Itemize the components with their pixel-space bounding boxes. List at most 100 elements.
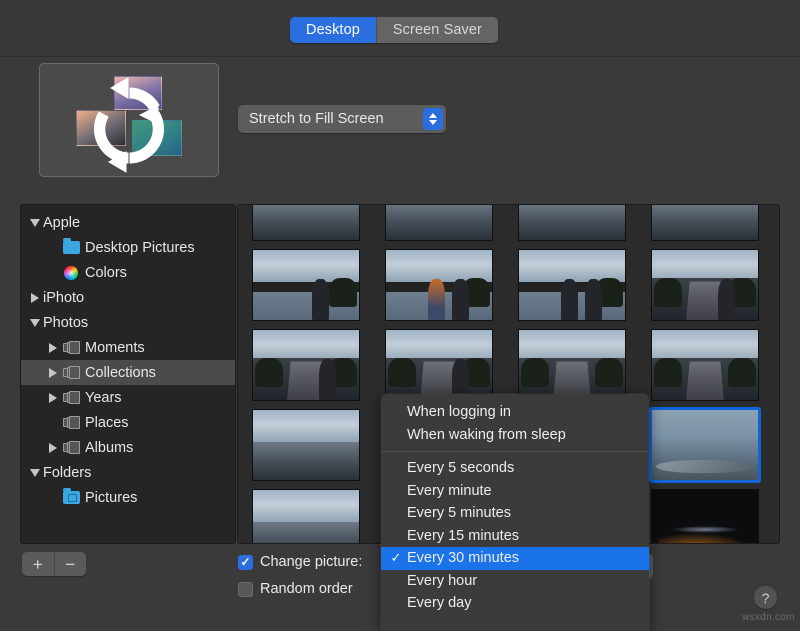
change-picture-row[interactable]: Change picture: <box>238 554 362 570</box>
source-list-add-remove[interactable]: + − <box>22 552 86 576</box>
sidebar-item-apple[interactable]: Apple <box>21 210 235 235</box>
photo-thumbnail[interactable] <box>651 249 759 321</box>
photo-thumbnail[interactable] <box>252 489 360 544</box>
photo-grid-row <box>238 321 780 401</box>
sidebar-item-label: Years <box>85 390 122 406</box>
scaling-popup-value: Stretch to Fill Screen <box>238 111 423 127</box>
change-picture-checkbox[interactable] <box>238 555 253 570</box>
photo-thumbnail[interactable] <box>252 329 360 401</box>
sidebar-item-label: Desktop Pictures <box>85 240 195 256</box>
popup-stepper-icon <box>423 108 443 130</box>
random-order-checkbox[interactable] <box>238 582 253 597</box>
sidebar-item-pictures[interactable]: Pictures <box>21 485 235 510</box>
menu-item-every-5-minutes[interactable]: Every 5 minutes <box>381 502 649 525</box>
sidebar-item-photos[interactable]: Photos <box>21 310 235 335</box>
photo-thumbnail-selected[interactable] <box>651 409 759 481</box>
sidebar-item-label: Apple <box>43 215 80 231</box>
tab-screen-saver[interactable]: Screen Saver <box>376 17 498 43</box>
photo-thumbnail[interactable] <box>651 204 759 241</box>
disclosure-closed-icon[interactable] <box>45 343 61 353</box>
remove-source-button[interactable]: − <box>54 552 87 576</box>
window-header: Desktop Screen Saver <box>0 0 800 57</box>
folder-icon <box>61 241 81 254</box>
photo-thumbnail[interactable] <box>252 249 360 321</box>
sidebar-item-label: Albums <box>85 440 133 456</box>
menu-item-label: Every day <box>407 595 471 611</box>
menu-item-label: Every 5 minutes <box>407 505 511 521</box>
menu-item-label: Every minute <box>407 483 492 499</box>
change-interval-menu[interactable]: When logging in When waking from sleep Eve… <box>381 394 649 631</box>
photo-thumbnail[interactable] <box>252 204 360 241</box>
sidebar-item-label: Folders <box>43 465 91 481</box>
photo-stack-icon <box>61 416 81 429</box>
sidebar-item-moments[interactable]: Moments <box>21 335 235 360</box>
menu-item-label: Every 5 seconds <box>407 460 514 476</box>
sidebar-item-label: iPhoto <box>43 290 84 306</box>
sidebar-item-albums[interactable]: Albums <box>21 435 235 460</box>
photo-thumbnail[interactable] <box>651 329 759 401</box>
menu-item-label: Every hour <box>407 573 477 589</box>
sidebar-item-iphoto[interactable]: iPhoto <box>21 285 235 310</box>
menu-item-every-minute[interactable]: Every minute <box>381 480 649 503</box>
sidebar-item-places[interactable]: Places <box>21 410 235 435</box>
disclosure-closed-icon[interactable] <box>45 393 61 403</box>
menu-item-label: When logging in <box>407 404 511 420</box>
desktop-preview-well[interactable] <box>39 63 219 177</box>
photo-stack-icon <box>61 341 81 354</box>
random-order-row[interactable]: Random order <box>238 581 353 597</box>
menu-item-label: Every 15 minutes <box>407 528 519 544</box>
random-order-label: Random order <box>260 581 353 597</box>
disclosure-open-icon[interactable] <box>27 319 43 327</box>
photo-thumbnail[interactable] <box>518 329 626 401</box>
menu-item-when-waking-from-sleep[interactable]: When waking from sleep <box>381 424 649 447</box>
photo-stack-icon <box>61 441 81 454</box>
sidebar-item-desktop-pictures[interactable]: Desktop Pictures <box>21 235 235 260</box>
sidebar-item-label: Pictures <box>85 490 137 506</box>
source-list[interactable]: Apple Desktop Pictures ColorsiPhoto Photos M… <box>20 204 236 544</box>
sidebar-item-collections[interactable]: Collections <box>21 360 235 385</box>
menu-item-every-15-minutes[interactable]: Every 15 minutes <box>381 525 649 548</box>
checkmark-icon: ✓ <box>385 550 407 566</box>
photo-thumbnail[interactable] <box>651 489 759 544</box>
sidebar-item-label: Colors <box>85 265 127 281</box>
disclosure-open-icon[interactable] <box>27 469 43 477</box>
menu-item-label: When waking from sleep <box>407 427 566 443</box>
sidebar-item-years[interactable]: Years <box>21 385 235 410</box>
photo-thumbnail[interactable] <box>385 329 493 401</box>
menu-item-every-5-seconds[interactable]: Every 5 seconds <box>381 457 649 480</box>
disclosure-closed-icon[interactable] <box>45 368 61 378</box>
help-button[interactable]: ? <box>754 586 777 609</box>
photo-thumbnail[interactable] <box>385 204 493 241</box>
sidebar-item-folders[interactable]: Folders <box>21 460 235 485</box>
tab-bar: Desktop Screen Saver <box>290 17 498 43</box>
disclosure-closed-icon[interactable] <box>27 293 43 303</box>
refresh-arrows-icon <box>62 68 198 174</box>
photo-stack-icon <box>61 391 81 404</box>
photo-grid-row <box>238 204 780 241</box>
photo-thumbnail[interactable] <box>385 249 493 321</box>
menu-item-every-hour[interactable]: Every hour <box>381 570 649 593</box>
watermark: wsxdn.com <box>742 612 795 623</box>
sidebar-item-colors[interactable]: Colors <box>21 260 235 285</box>
add-source-button[interactable]: + <box>22 552 54 576</box>
color-wheel-icon <box>61 266 81 280</box>
disclosure-open-icon[interactable] <box>27 219 43 227</box>
menu-item-label: Every 30 minutes <box>407 550 519 566</box>
disclosure-closed-icon[interactable] <box>45 443 61 453</box>
menu-item-when-logging-in[interactable]: When logging in <box>381 401 649 424</box>
sidebar-item-label: Moments <box>85 340 145 356</box>
menu-separator <box>381 451 649 452</box>
change-picture-label: Change picture: <box>260 554 362 570</box>
photo-thumbnail[interactable] <box>252 409 360 481</box>
preferences-window: Desktop Screen Saver Stretch to Fill <box>0 0 800 631</box>
tab-desktop[interactable]: Desktop <box>290 17 376 43</box>
sidebar-item-label: Collections <box>85 365 156 381</box>
pictures-folder-icon <box>61 491 81 504</box>
menu-item-every-day[interactable]: Every day <box>381 592 649 615</box>
photo-thumbnail[interactable] <box>518 249 626 321</box>
rotating-pictures-icon <box>40 64 218 176</box>
photo-thumbnail[interactable] <box>518 204 626 241</box>
scaling-popup-button[interactable]: Stretch to Fill Screen <box>238 105 446 133</box>
menu-item-every-30-minutes[interactable]: ✓Every 30 minutes <box>381 547 649 570</box>
photo-stack-icon <box>61 366 81 379</box>
